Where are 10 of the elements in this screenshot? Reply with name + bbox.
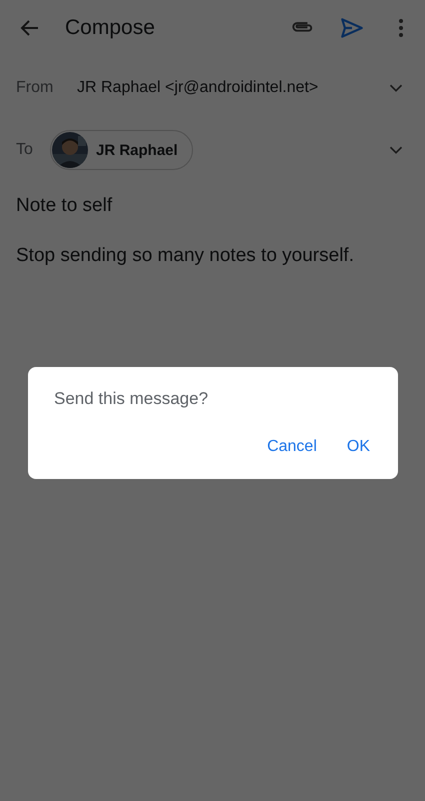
to-label: To [16, 141, 34, 159]
recipient-chip[interactable]: JR Raphael [50, 130, 193, 170]
screen-title: Compose [65, 16, 155, 40]
cancel-button[interactable]: Cancel [261, 432, 323, 462]
ok-button[interactable]: OK [340, 432, 376, 462]
message-body[interactable]: Stop sending so many notes to yourself. [16, 245, 354, 267]
from-label: From [16, 79, 54, 97]
dialog-message: Send this message? [54, 389, 208, 409]
subject-field[interactable]: Note to self [16, 179, 112, 231]
sender-address: JR Raphael <jr@androidintel.net> [77, 79, 318, 97]
